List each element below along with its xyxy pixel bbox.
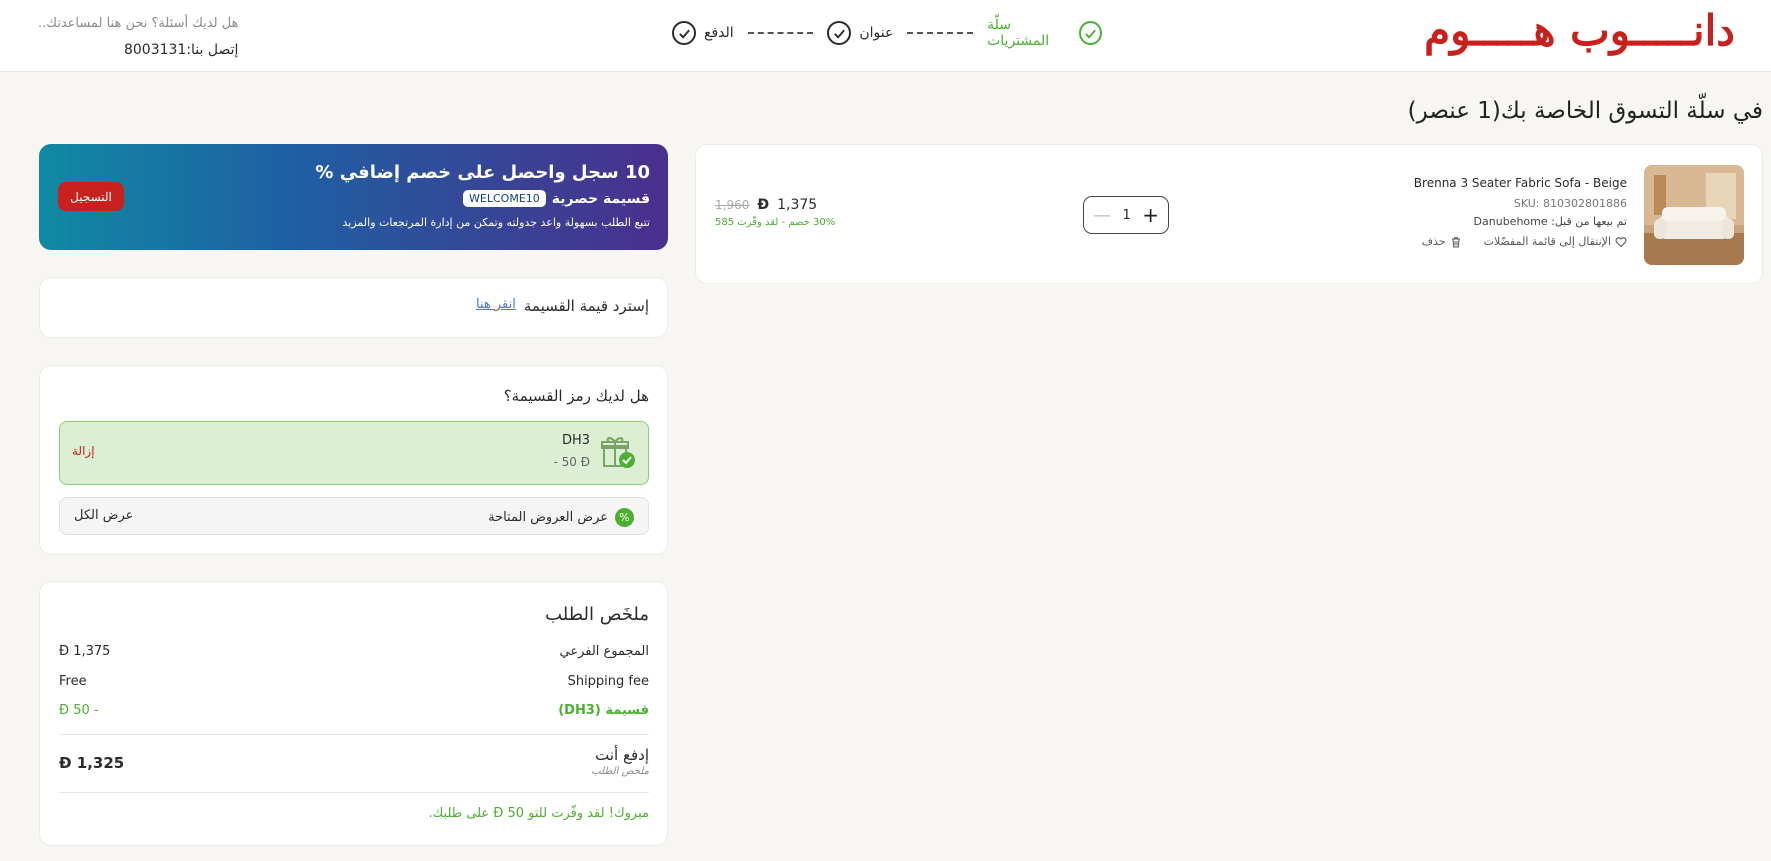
brand-logo[interactable]: دانـــــوب هـــــوم [1424,6,1735,55]
increase-qty-button[interactable]: + [1142,203,1159,227]
step-payment: الدفع [672,21,734,45]
current-price: 1,375 [777,197,818,213]
promo-code: WELCOME10 [463,190,546,207]
decrease-qty-button[interactable]: — [1093,205,1111,226]
check-circle-icon [672,21,696,45]
help-block: هل لديك أسئلة؟ نحن هنا لمساعدتك.. إتصل ب… [38,11,238,63]
price-block: 1,960 Đ 1,375 [715,197,817,213]
item-actions: الإنتقال إلى قائمة المفضّلات حذف [1422,235,1627,248]
promo-subtitle-row: قسيمة حصرية WELCOME10 [463,190,650,207]
check-circle-icon [1079,21,1102,45]
promo-title: 10 سجل واحصل على خصم إضافي % [315,162,650,183]
applied-coupon: DH3 - 50 Đ إزالة [59,421,649,485]
wishlist-label: الإنتقال إلى قائمة المفضّلات [1483,235,1611,248]
percent-badge-icon: % [615,508,634,527]
coupon-amount: - 50 Đ [553,455,590,469]
quantity-stepper: — 1 + [1083,196,1169,234]
step-cart: سلّة المشتريات [987,17,1102,49]
shipping-label: Shipping fee [567,674,649,689]
redeem-voucher-card: إسترد قيمة القسيمة انقر هنا [39,277,668,338]
total-label: إدفع أنت [595,746,649,764]
delete-label: حذف [1421,235,1446,248]
summary-row-coupon: Đ 50 - قسيمة (DH3) [59,703,649,718]
delete-item-button[interactable]: حذف [1422,235,1462,248]
coupon-name: DH3 [561,433,590,448]
help-text: هل لديك أسئلة؟ نحن هنا لمساعدتك.. [38,16,239,31]
old-price: 1,960 [715,198,750,212]
subtotal-value: Đ 1,375 [59,644,111,659]
checkout-steps: الدفع عنوان سلّة المشتريات [672,17,1102,49]
currency-symbol: Đ [757,197,770,213]
step-divider [907,32,974,34]
offers-label: عرض العروض المتاحة [488,510,608,525]
gift-check-icon [601,437,635,468]
shipping-value: Free [59,674,87,689]
summary-row-shipping: Free Shipping fee [59,674,649,689]
promo-banner: 10 سجل واحصل على خصم إضافي % قسيمة حصرية… [39,144,668,250]
register-button[interactable]: التسجيل [58,182,124,211]
offers-label-group: % عرض العروض المتاحة [488,508,634,527]
move-to-wishlist-button[interactable]: الإنتقال إلى قائمة المفضّلات [1484,235,1627,248]
coupon-card: هل لديك رمز القسيمة؟ DH3 - 50 Đ إزالة % … [39,365,668,555]
step-divider [747,32,814,34]
phone-link[interactable]: إتصل بنا:8003131 [38,37,238,63]
trash-icon [1451,236,1460,247]
redeem-row: إسترد قيمة القسيمة انقر هنا [476,297,649,315]
product-image[interactable] [1644,165,1744,265]
saving-text: 30% خصم - لقد وفّرت 585 [715,217,836,228]
available-offers-row[interactable]: % عرض العروض المتاحة عرض الكل [59,497,649,535]
remove-coupon-button[interactable]: إزالة [72,444,95,458]
savings-message: مبروك! لقد وفّرت للتو 50 Đ على طلبك. [428,806,649,821]
coupon-discount-label: قسيمة (DH3) [558,703,649,718]
total-sublabel: ملخص الطلب [591,766,649,777]
total-value: Đ 1,325 [59,754,125,772]
product-seller: تم بيعها من قبل: Danubehome [1473,215,1627,228]
step-label: عنوان [859,25,894,41]
step-address: عنوان [827,21,893,45]
summary-divider [59,792,649,793]
product-sku: SKU: 810302801886 [1513,197,1627,210]
redeem-link[interactable]: انقر هنا [476,297,516,315]
step-label: سلّة المشتريات [987,17,1050,49]
product-name[interactable]: Brenna 3 Seater Fabric Sofa - Beige [1414,176,1627,190]
top-header: دانـــــوب هـــــوم الدفع عنوان سلّة الم… [0,0,1771,72]
coupon-discount-value: Đ 50 - [59,703,99,718]
view-all-offers-button[interactable]: عرض الكل [74,508,133,523]
page-title: في سلّة التسوق الخاصة بك(1 عنصر) [1407,98,1763,124]
quantity-value[interactable]: 1 [1122,208,1130,223]
heart-icon [1615,236,1627,247]
summary-title: ملخَص الطلب [545,604,649,625]
summary-divider [59,734,649,735]
promo-subtitle: قسيمة حصرية [551,190,650,207]
coupon-question: هل لديك رمز القسيمة؟ [503,387,649,405]
order-summary-card: ملخَص الطلب Đ 1,375 المجموع الفرعي Free … [39,581,668,846]
promo-description: تتبع الطلب بسهولة واعد جدولته وتمكن من إ… [342,216,650,229]
cart-item-card: Brenna 3 Seater Fabric Sofa - Beige SKU:… [695,144,1763,284]
step-label: الدفع [704,25,734,41]
redeem-text: إسترد قيمة القسيمة [523,297,649,315]
check-circle-icon [827,21,852,45]
subtotal-label: المجموع الفرعي [559,644,649,659]
summary-row-subtotal: Đ 1,375 المجموع الفرعي [59,644,649,659]
